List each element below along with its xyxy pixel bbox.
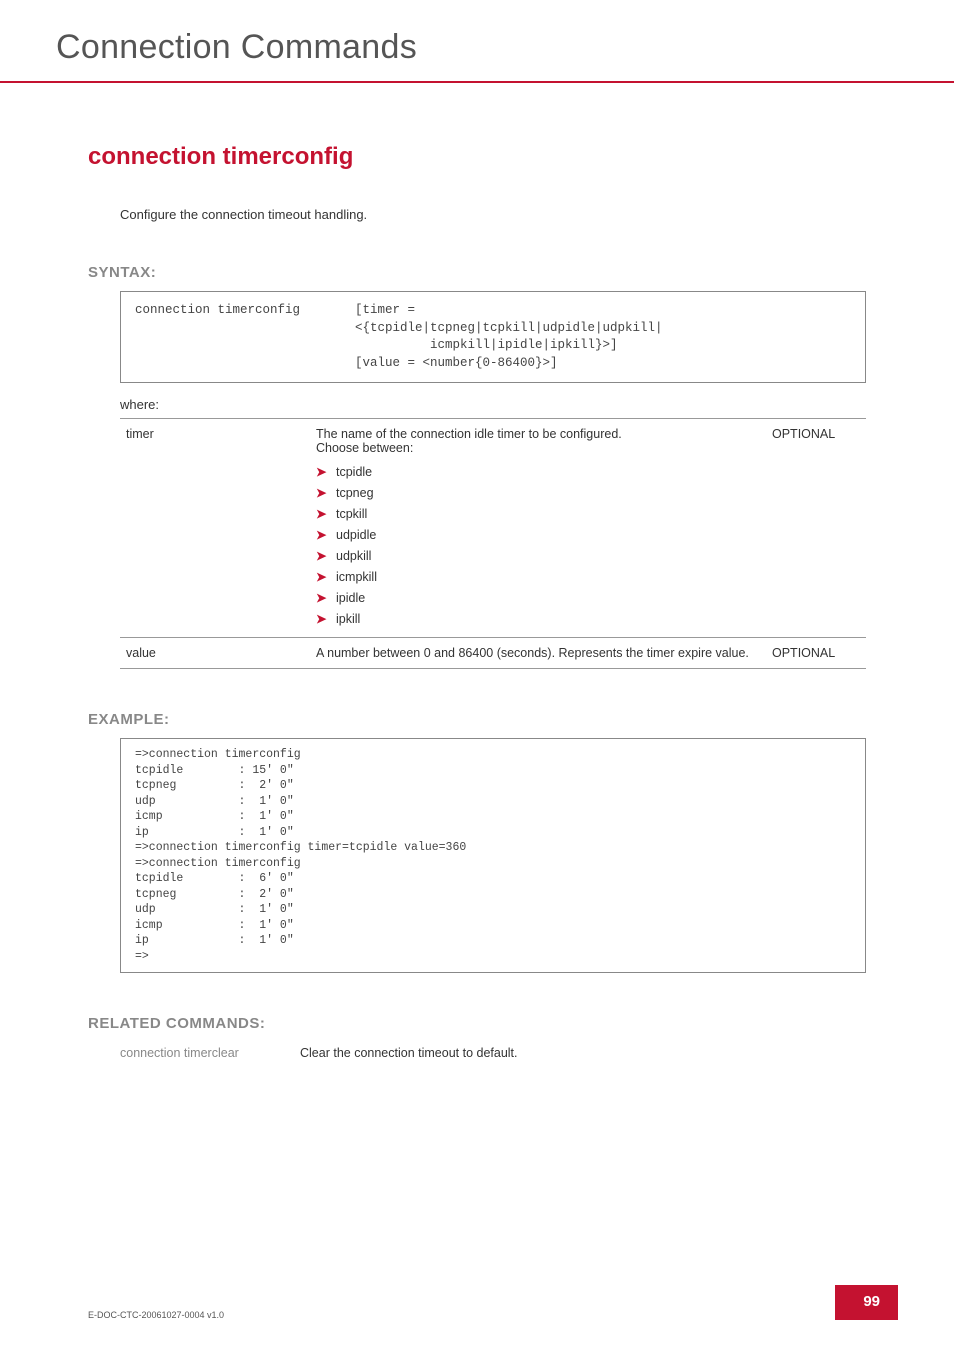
page-number-badge: 99 [835, 1285, 898, 1320]
arrow-icon: ➤ [316, 611, 330, 626]
list-item: ➤ icmpkill [316, 566, 756, 587]
choice-text: icmpkill [336, 570, 377, 584]
params-table: timer The name of the connection idle ti… [120, 418, 866, 669]
choice-text: ipkill [336, 612, 360, 626]
arrow-icon: ➤ [316, 548, 330, 563]
arrow-icon: ➤ [316, 590, 330, 605]
param-optionality: OPTIONAL [766, 638, 866, 669]
choice-text: udpidle [336, 528, 376, 542]
arrow-icon: ➤ [316, 464, 330, 479]
arrow-icon: ➤ [316, 485, 330, 500]
arrow-icon: ➤ [316, 506, 330, 521]
choice-text: tcpneg [336, 486, 374, 500]
command-summary: Configure the connection timeout handlin… [120, 207, 866, 222]
list-item: ➤ udpidle [316, 524, 756, 545]
related-row: connection timerclear Clear the connecti… [120, 1046, 866, 1060]
list-item: ➤ ipidle [316, 587, 756, 608]
param-desc-text: The name of the connection idle timer to… [316, 427, 622, 455]
syntax-cmd: connection timerconfig [135, 302, 355, 320]
related-heading: RELATED COMMANDS: [88, 1015, 866, 1032]
syntax-heading: SYNTAX: [88, 264, 866, 281]
chapter-title: Connection Commands [0, 0, 954, 67]
syntax-args: [timer = <{tcpidle|tcpneg|tcpkill|udpidl… [355, 302, 663, 372]
arrow-icon: ➤ [316, 527, 330, 542]
param-name: value [120, 638, 310, 669]
example-heading: EXAMPLE: [88, 711, 866, 728]
table-row: timer The name of the connection idle ti… [120, 419, 866, 638]
list-item: ➤ tcpkill [316, 503, 756, 524]
where-label: where: [120, 397, 866, 412]
example-box: =>connection timerconfig tcpidle : 15' 0… [120, 738, 866, 973]
related-command-desc: Clear the connection timeout to default. [300, 1046, 518, 1060]
command-name: connection timerconfig [88, 143, 866, 171]
list-item: ➤ udpkill [316, 545, 756, 566]
header-rule [0, 81, 954, 83]
page-content: connection timerconfig Configure the con… [0, 143, 954, 1060]
list-item: ➤ ipkill [316, 608, 756, 629]
param-desc: The name of the connection idle timer to… [310, 419, 766, 638]
footer-row: E-DOC-CTC-20061027-0004 v1.0 99 [88, 1285, 898, 1320]
choices-list: ➤ tcpidle ➤ tcpneg ➤ tcpkill ➤ udpidle ➤ udpk… [316, 461, 756, 629]
param-optionality: OPTIONAL [766, 419, 866, 638]
related-command-name: connection timerclear [120, 1046, 300, 1060]
list-item: ➤ tcpidle [316, 461, 756, 482]
param-desc: A number between 0 and 86400 (seconds). … [310, 638, 766, 669]
arrow-icon: ➤ [316, 569, 330, 584]
syntax-box: connection timerconfig[timer = <{tcpidle… [120, 291, 866, 383]
choice-text: tcpkill [336, 507, 367, 521]
choice-text: tcpidle [336, 465, 372, 479]
doc-id: E-DOC-CTC-20061027-0004 v1.0 [88, 1310, 224, 1320]
page-footer: E-DOC-CTC-20061027-0004 v1.0 99 [0, 1285, 954, 1320]
choice-text: udpkill [336, 549, 371, 563]
param-name: timer [120, 419, 310, 638]
list-item: ➤ tcpneg [316, 482, 756, 503]
choice-text: ipidle [336, 591, 365, 605]
table-row: value A number between 0 and 86400 (seco… [120, 638, 866, 669]
